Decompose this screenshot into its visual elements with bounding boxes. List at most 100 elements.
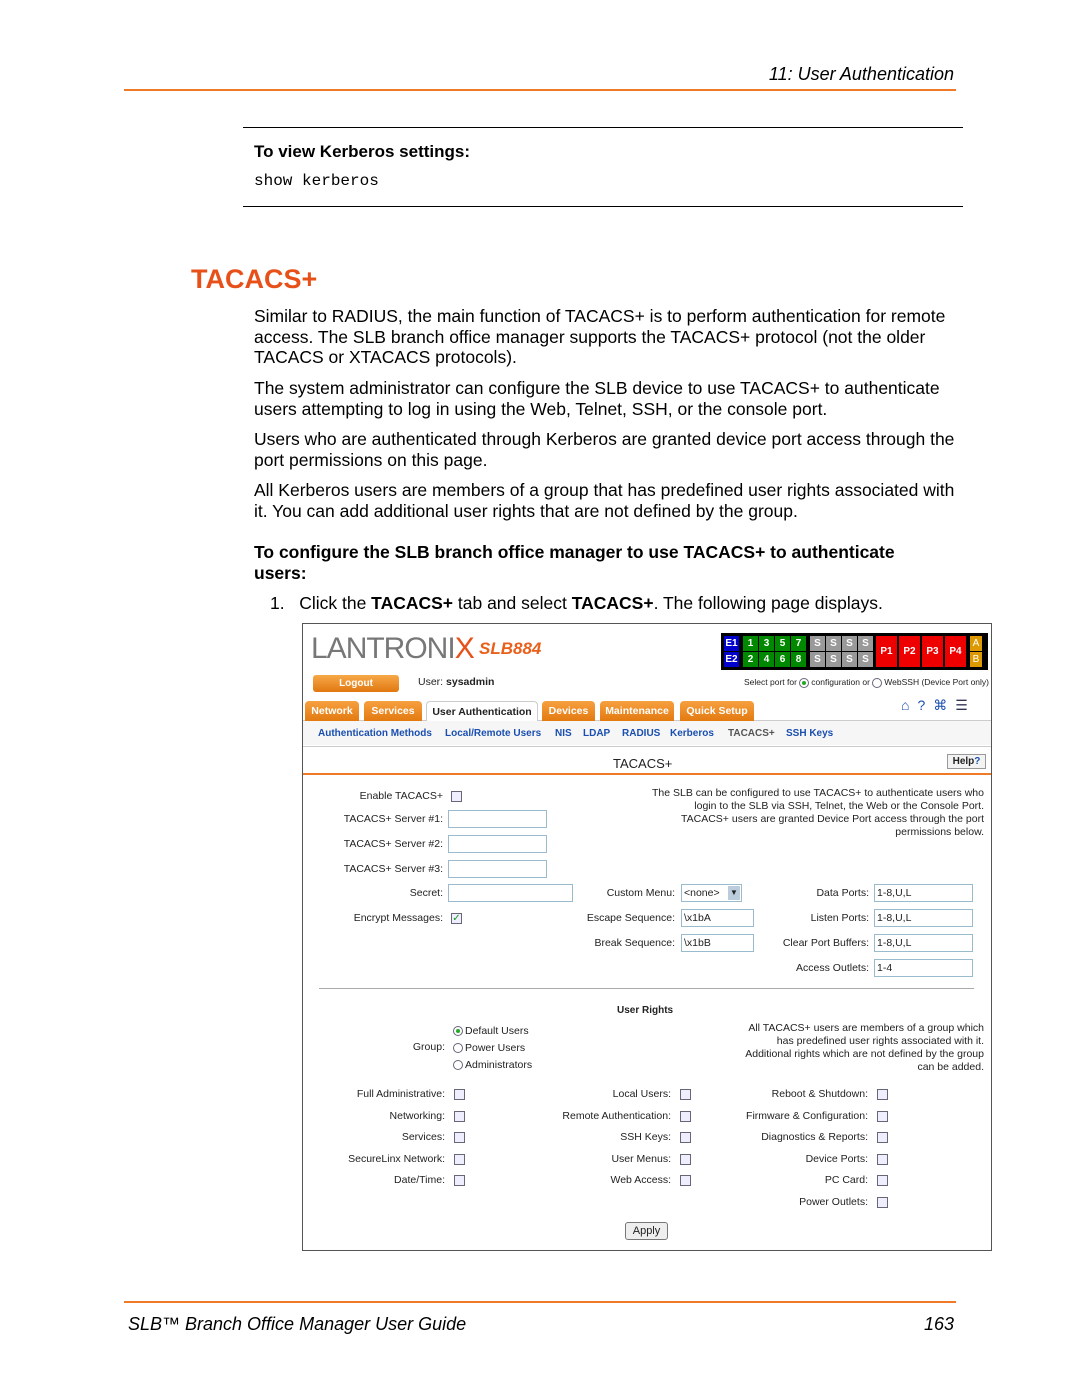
port-7[interactable]: 7: [791, 636, 806, 651]
group-label: Group:: [412, 1041, 445, 1053]
right-checkbox[interactable]: [877, 1175, 888, 1186]
tab-user-authentication[interactable]: User Authentication: [426, 701, 538, 721]
right-label: Date/Time:: [394, 1174, 445, 1186]
right-checkbox[interactable]: [454, 1175, 465, 1186]
group-administrators[interactable]: Administrators: [453, 1059, 532, 1071]
server3-input[interactable]: [448, 860, 547, 878]
custom-menu-label: Custom Menu:: [606, 887, 675, 899]
subtab-authentication-methods[interactable]: Authentication Methods: [318, 728, 432, 739]
port-e1[interactable]: E1: [724, 636, 739, 651]
port-s[interactable]: S: [810, 652, 825, 667]
group-default-users[interactable]: Default Users: [453, 1025, 529, 1037]
clear-buffers-label: Clear Port Buffers:: [782, 937, 869, 949]
port-3[interactable]: 3: [759, 636, 774, 651]
tacacs-intro-note: The SLB can be configured to use TACACS+…: [651, 787, 984, 838]
right-checkbox[interactable]: [680, 1089, 691, 1100]
right-checkbox[interactable]: [454, 1110, 465, 1122]
port-p1[interactable]: P1: [876, 636, 897, 667]
escape-input[interactable]: \x1bA: [681, 909, 754, 927]
port-s[interactable]: S: [858, 652, 873, 667]
port-4[interactable]: 4: [759, 652, 774, 667]
access-outlets-label: Access Outlets:: [796, 962, 869, 974]
server2-label: TACACS+ Server #2:: [343, 838, 443, 850]
right-checkbox[interactable]: [454, 1132, 465, 1143]
port-1[interactable]: 1: [743, 636, 758, 651]
right-checkbox[interactable]: [877, 1196, 888, 1208]
port-e2[interactable]: E2: [724, 652, 739, 667]
data-ports-label: Data Ports:: [816, 887, 869, 899]
data-ports-input[interactable]: 1-8,U,L: [874, 884, 973, 902]
port-s[interactable]: S: [826, 652, 841, 667]
chevron-down-icon: ▼: [728, 886, 740, 900]
step-1: 1. Click the TACACS+ tab and select TACA…: [270, 593, 883, 613]
tacacs-screenshot: LANTRONIX SLB884 E1 E2 1 3 5 7 2 4 6 8 S…: [302, 623, 992, 1251]
right-checkbox[interactable]: [680, 1132, 691, 1143]
port-s[interactable]: S: [842, 652, 857, 667]
tab-network[interactable]: Network: [305, 701, 359, 721]
right-checkbox[interactable]: [877, 1132, 888, 1143]
tab-services[interactable]: Services: [364, 701, 422, 721]
right-checkbox[interactable]: [680, 1153, 691, 1165]
paragraph: All Kerberos users are members of a grou…: [254, 480, 955, 521]
command-box: To view Kerberos settings: show kerberos: [243, 127, 963, 207]
break-input[interactable]: \x1bB: [681, 934, 754, 952]
apply-button[interactable]: Apply: [625, 1222, 668, 1240]
right-label: Power Outlets:: [799, 1195, 868, 1208]
right-checkbox[interactable]: [454, 1089, 465, 1100]
access-outlets-input[interactable]: 1-4: [874, 959, 973, 977]
config-radio[interactable]: [799, 677, 810, 688]
toolbar-icons: ⌂?⌘☰: [901, 697, 976, 714]
log-icon[interactable]: ☰: [955, 697, 976, 713]
port-s[interactable]: S: [858, 636, 873, 651]
port-a[interactable]: A: [970, 636, 982, 651]
port-s[interactable]: S: [842, 636, 857, 651]
port-p3[interactable]: P3: [922, 636, 943, 667]
port-s[interactable]: S: [810, 636, 825, 651]
right-checkbox[interactable]: [680, 1110, 691, 1122]
port-b[interactable]: B: [970, 652, 982, 667]
subtab-nis[interactable]: NIS: [555, 728, 572, 739]
tab-quick-setup[interactable]: Quick Setup: [680, 701, 754, 721]
secret-input[interactable]: [448, 884, 573, 902]
tab-devices[interactable]: Devices: [542, 701, 595, 721]
lantronix-logo: LANTRONIX: [311, 632, 475, 665]
help-button[interactable]: Help?: [947, 754, 986, 769]
port-p2[interactable]: P2: [899, 636, 920, 667]
subtab-kerberos[interactable]: Kerberos: [670, 728, 714, 739]
clear-buffers-input[interactable]: 1-8,U,L: [874, 934, 973, 952]
custom-menu-select[interactable]: <none> ▼: [681, 884, 742, 902]
network-icon[interactable]: ⌘: [933, 697, 955, 713]
subtab-tacacs[interactable]: TACACS+: [728, 728, 775, 739]
subtab-radius[interactable]: RADIUS: [622, 728, 660, 739]
right-label: Networking:: [389, 1109, 445, 1122]
encrypt-checkbox[interactable]: ✓: [451, 913, 462, 924]
right-checkbox[interactable]: [877, 1110, 888, 1122]
server1-input[interactable]: [448, 810, 547, 828]
tab-maintenance[interactable]: Maintenance: [600, 701, 674, 721]
paragraph: Similar to RADIUS, the main function of …: [254, 306, 946, 367]
logout-button[interactable]: Logout: [313, 675, 399, 692]
listen-ports-label: Listen Ports:: [810, 912, 869, 924]
right-checkbox[interactable]: [877, 1089, 888, 1100]
port-p4[interactable]: P4: [945, 636, 966, 667]
subtab-local-remote-users[interactable]: Local/Remote Users: [445, 728, 541, 739]
home-icon[interactable]: ⌂: [901, 697, 917, 713]
right-checkbox[interactable]: [454, 1153, 465, 1165]
procedure-heading: To configure the SLB branch office manag…: [254, 542, 895, 583]
right-checkbox[interactable]: [877, 1153, 888, 1165]
port-5[interactable]: 5: [775, 636, 790, 651]
enable-tacacs-checkbox[interactable]: [451, 791, 462, 802]
port-2[interactable]: 2: [743, 652, 758, 667]
port-8[interactable]: 8: [791, 652, 806, 667]
right-checkbox[interactable]: [680, 1175, 691, 1186]
listen-ports-input[interactable]: 1-8,U,L: [874, 909, 973, 927]
port-s[interactable]: S: [826, 636, 841, 651]
model-name: SLB884: [479, 639, 542, 658]
port-6[interactable]: 6: [775, 652, 790, 667]
subtab-ssh-keys[interactable]: SSH Keys: [786, 728, 833, 739]
group-power-users[interactable]: Power Users: [453, 1042, 525, 1054]
subtab-ldap[interactable]: LDAP: [583, 728, 610, 739]
webssh-radio[interactable]: [872, 677, 883, 688]
help-icon[interactable]: ?: [917, 697, 933, 713]
server2-input[interactable]: [448, 835, 547, 853]
